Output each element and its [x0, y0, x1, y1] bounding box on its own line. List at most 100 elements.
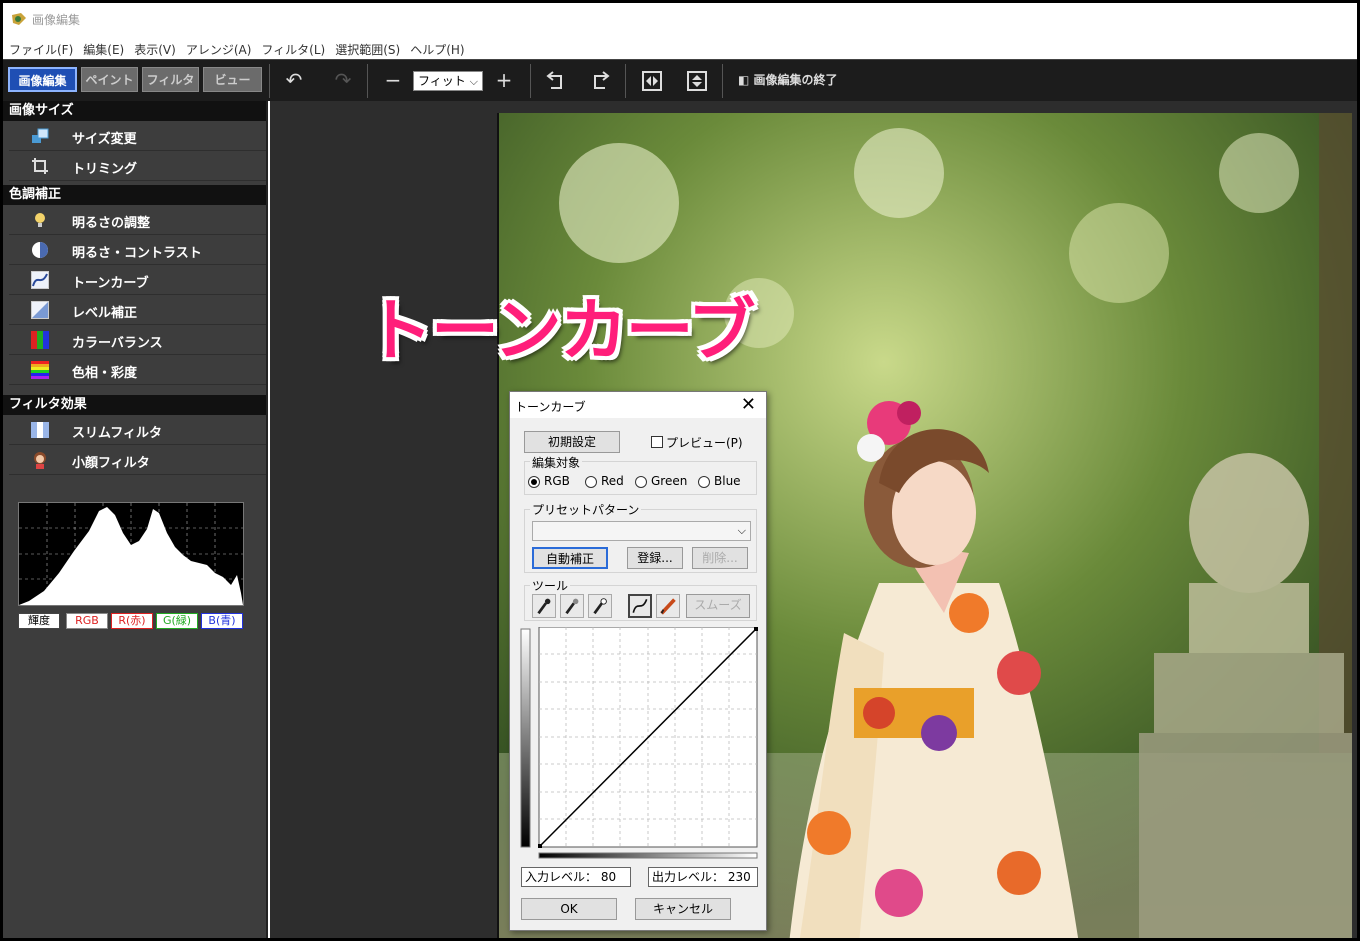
lightbulb-icon [35, 213, 45, 227]
menu-edit[interactable]: 編集(E) [83, 41, 124, 59]
radio-red[interactable] [585, 476, 597, 488]
radio-rgb-label: RGB [544, 474, 570, 488]
chevron-down-icon: ⌵ [737, 524, 746, 537]
menu-file[interactable]: ファイル(F) [9, 41, 73, 59]
pencil-tool-icon[interactable] [656, 594, 680, 618]
preset-select[interactable]: ⌵ [532, 521, 751, 541]
histogram-green-button[interactable]: G(緑) [156, 613, 198, 629]
delete-button[interactable]: 削除... [692, 547, 748, 569]
sidebar-item-label: 小顔フィルタ [72, 456, 150, 471]
cancel-button[interactable]: キャンセル [635, 898, 731, 920]
sidebar-item-hue-saturation[interactable]: 色相・彩度 [9, 355, 266, 385]
end-edit-label: 画像編集の終了 [753, 73, 838, 87]
section-filter-effects: フィルタ効果 [3, 395, 266, 415]
sidebar-item-label: 明るさの調整 [72, 216, 151, 231]
levels-icon [31, 301, 49, 319]
sidebar-item-brightness-contrast[interactable]: 明るさ・コントラスト [9, 235, 266, 265]
sidebar-item-resize[interactable]: サイズ変更 [9, 121, 266, 151]
preview-label: プレビュー(P) [666, 436, 743, 450]
auto-correct-button[interactable]: 自動補正 [532, 547, 608, 569]
zoom-out-icon[interactable]: − [380, 68, 406, 94]
curve-point-tool-icon[interactable] [628, 594, 652, 618]
menu-view[interactable]: 表示(V) [134, 41, 176, 59]
tone-curve-graph[interactable] [519, 627, 763, 859]
histogram-blue-button[interactable]: B(青) [201, 613, 243, 629]
section-image-size: 画像サイズ [3, 101, 266, 121]
tab-paint[interactable]: ペイント [81, 67, 138, 92]
sidebar-item-levels[interactable]: レベル補正 [9, 295, 266, 325]
preview-checkbox[interactable] [651, 436, 663, 448]
zoom-value: フィット [418, 74, 466, 88]
app-window: 画像編集 ファイル(F) 編集(E) 表示(V) アレンジ(A) フィルタ(L)… [0, 0, 1360, 941]
radio-blue[interactable] [698, 476, 710, 488]
sidebar-item-label: サイズ変更 [72, 132, 137, 147]
histogram-red-button[interactable]: R(赤) [111, 613, 153, 629]
sidebar-item-label: スリムフィルタ [72, 426, 162, 441]
gray-point-eyedropper-icon[interactable] [560, 594, 584, 618]
tone-curve-icon [31, 271, 49, 289]
sidebar-item-trimming[interactable]: トリミング [9, 151, 266, 181]
black-point-eyedropper-icon[interactable] [532, 594, 556, 618]
rotate-right-icon[interactable] [587, 68, 613, 94]
resize-icon [32, 128, 49, 143]
toolbar: 画像編集 ペイント フィルタ ビュー ↶ ↷ − フィット ⌵ + ◧ 画像編集の… [3, 59, 1357, 101]
title-bar: 画像編集 [3, 3, 1357, 37]
sidebar-item-color-balance[interactable]: カラーバランス [9, 325, 266, 355]
radio-green-label: Green [651, 474, 688, 488]
contrast-icon [32, 242, 48, 258]
input-level-field: 入力レベル： 80 [521, 867, 631, 887]
flip-vertical-icon[interactable] [684, 68, 710, 94]
reset-button[interactable]: 初期設定 [524, 431, 620, 453]
dialog-title-bar: トーンカーブ ✕ [510, 392, 766, 418]
sidebar-item-brightness[interactable]: 明るさの調整 [9, 205, 266, 235]
face-filter-icon [34, 452, 46, 469]
preset-label: プリセットパターン [530, 501, 642, 518]
close-icon[interactable]: ✕ [741, 394, 756, 415]
section-color-correction: 色調補正 [3, 185, 266, 205]
ok-button[interactable]: OK [521, 898, 617, 920]
menu-bar: ファイル(F) 編集(E) 表示(V) アレンジ(A) フィルタ(L) 選択範囲… [3, 37, 1357, 59]
white-point-eyedropper-icon[interactable] [588, 594, 612, 618]
register-button[interactable]: 登録... [627, 547, 683, 569]
app-icon [12, 13, 26, 25]
zoom-select[interactable]: フィット ⌵ [413, 71, 483, 91]
menu-help[interactable]: ヘルプ(H) [410, 41, 464, 59]
menu-selection[interactable]: 選択範囲(S) [335, 41, 400, 59]
menu-filter[interactable]: フィルタ(L) [261, 41, 325, 59]
histogram-rgb-button[interactable]: RGB [66, 613, 108, 629]
menu-arrange[interactable]: アレンジ(A) [186, 41, 252, 59]
sidebar-item-label: トーンカーブ [72, 276, 149, 291]
color-balance-icon [31, 331, 49, 349]
slim-filter-icon [31, 422, 49, 438]
sidebar-item-tone-curve[interactable]: トーンカーブ [9, 265, 266, 295]
smooth-button[interactable]: スムーズ [686, 594, 750, 618]
end-edit-button[interactable]: ◧ 画像編集の終了 [738, 71, 838, 88]
undo-icon[interactable]: ↶ [281, 68, 307, 94]
overlay-title: トーンカーブ [365, 292, 756, 371]
chevron-down-icon: ⌵ [469, 75, 478, 88]
histogram-graph [19, 503, 243, 605]
redo-icon[interactable]: ↷ [330, 68, 356, 94]
sidebar-item-slim-filter[interactable]: スリムフィルタ [9, 415, 266, 445]
hue-saturation-icon [31, 361, 49, 379]
output-level-field: 出力レベル： 230 [648, 867, 758, 887]
tab-image-edit[interactable]: 画像編集 [8, 67, 77, 92]
sidebar-item-small-face-filter[interactable]: 小顔フィルタ [9, 445, 266, 475]
radio-rgb[interactable] [528, 476, 540, 488]
dialog-title: トーンカーブ [515, 400, 586, 414]
radio-green[interactable] [635, 476, 647, 488]
tab-view[interactable]: ビュー [203, 67, 262, 92]
exit-icon: ◧ [738, 73, 754, 87]
window-title: 画像編集 [32, 13, 81, 27]
flip-horizontal-icon[interactable] [639, 68, 665, 94]
sidebar-item-label: 明るさ・コントラスト [72, 246, 202, 261]
histogram-luminance-button[interactable]: 輝度 [18, 613, 60, 629]
crop-icon [32, 158, 48, 174]
radio-blue-label: Blue [714, 474, 741, 488]
sidebar-item-label: レベル補正 [72, 306, 138, 321]
sidebar-item-label: トリミング [72, 162, 138, 177]
histogram [18, 502, 244, 606]
tab-filter[interactable]: フィルタ [142, 67, 199, 92]
rotate-left-icon[interactable] [543, 68, 569, 94]
zoom-in-icon[interactable]: + [491, 68, 517, 94]
